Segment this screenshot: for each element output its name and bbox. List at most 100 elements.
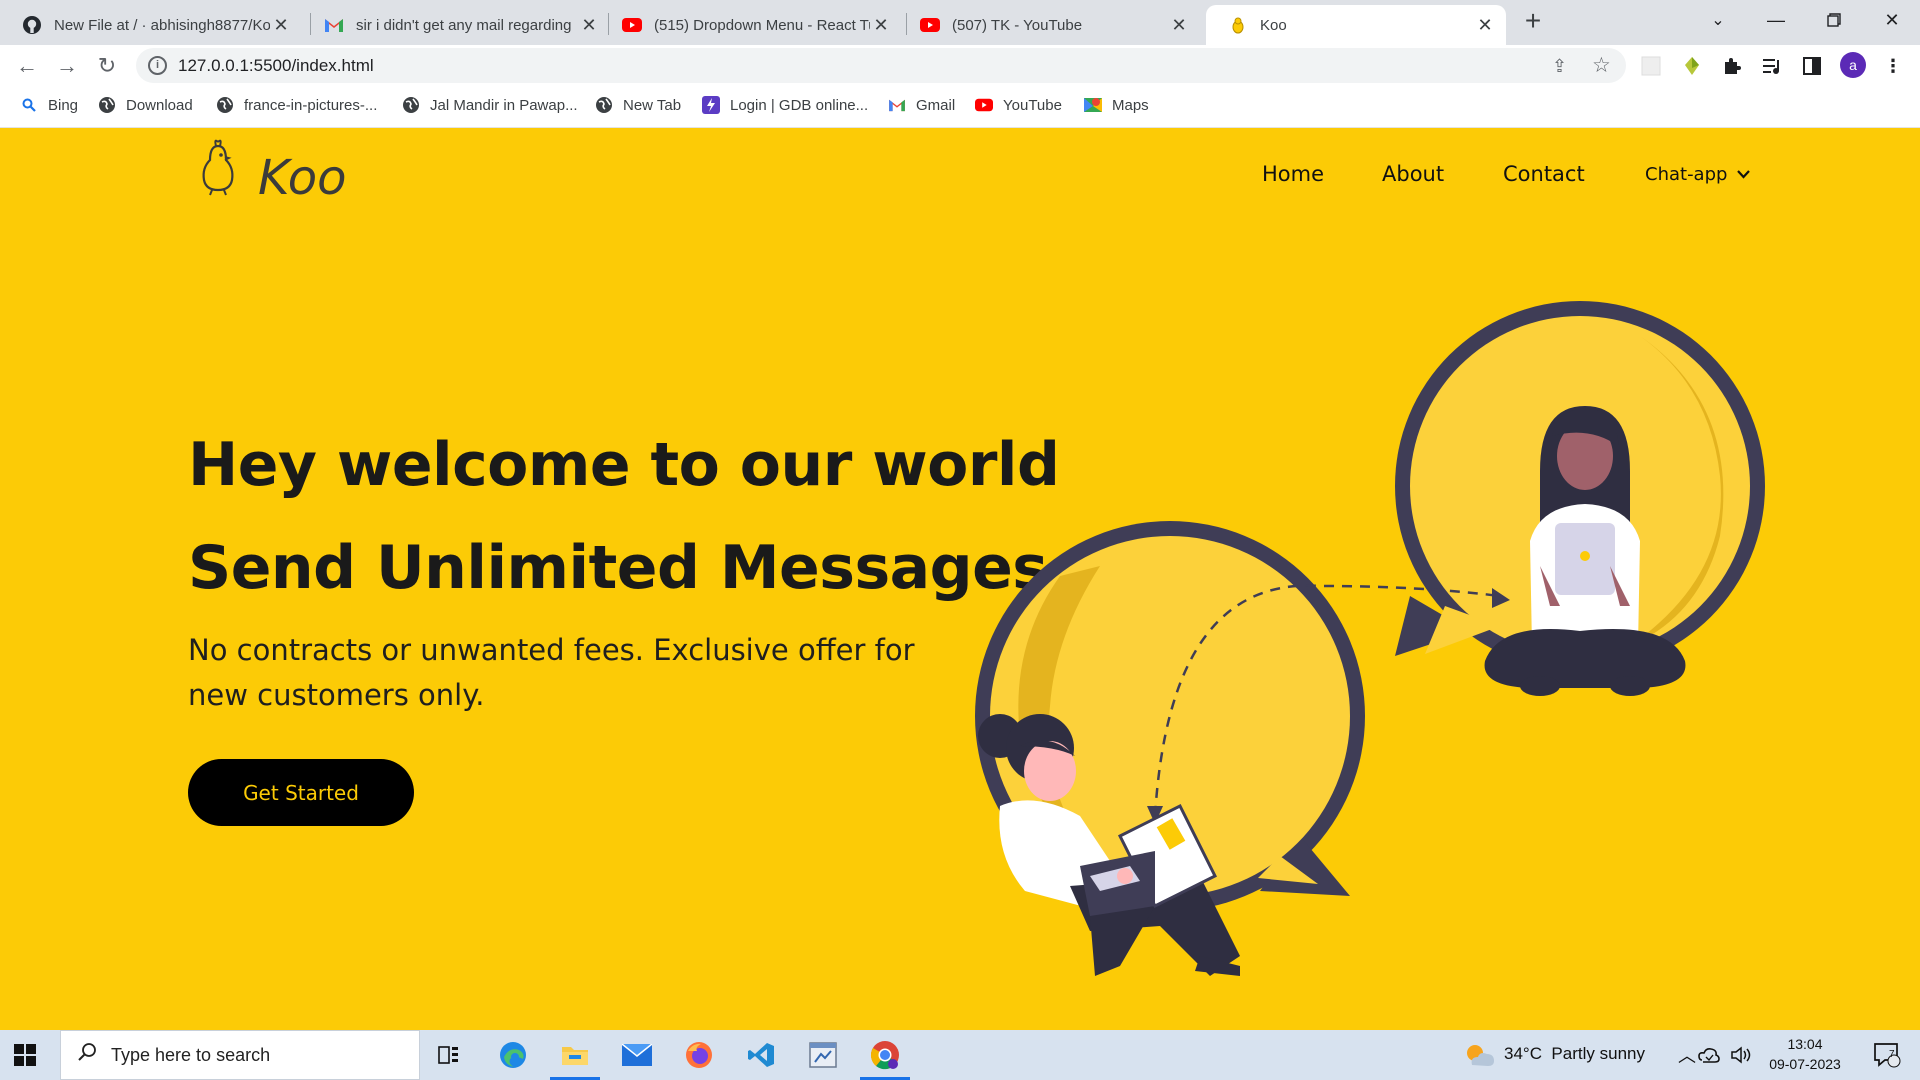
nav-home[interactable]: Home	[1262, 162, 1324, 186]
nav-contact[interactable]: Contact	[1503, 162, 1585, 186]
tab-strip: New File at / · abhisingh8877/Koo ✕ sir …	[0, 0, 1920, 45]
youtube-icon	[920, 15, 940, 35]
globe-icon	[98, 96, 116, 114]
search-placeholder: Type here to search	[111, 1044, 271, 1065]
youtube-icon	[622, 15, 642, 35]
notification-center-icon[interactable]: 7	[1862, 1030, 1912, 1080]
bookmark-youtube[interactable]: YouTube	[975, 96, 1062, 114]
hero-description: No contracts or unwanted fees. Exclusive…	[188, 633, 915, 712]
share-icon[interactable]: ⇪	[1552, 56, 1567, 77]
bookmark-label: Login | GDB online...	[730, 96, 869, 114]
tab-search-icon[interactable]: ⌄	[1690, 0, 1746, 40]
media-control-icon[interactable]	[1761, 55, 1783, 77]
tab-gmail[interactable]: sir i didn't get any mail regarding ✕	[302, 5, 610, 45]
bookmark-label: france-in-pictures-...	[244, 96, 378, 114]
bookmark-download[interactable]: Download	[98, 96, 193, 114]
close-tab-icon[interactable]: ✕	[270, 14, 292, 36]
site-info-icon[interactable]: i	[148, 56, 167, 75]
bookmark-new-tab[interactable]: New Tab	[595, 96, 681, 114]
vscode-icon[interactable]	[736, 1030, 786, 1080]
bookmark-label: Jal Mandir in Pawap...	[430, 96, 578, 114]
bookmark-france[interactable]: france-in-pictures-...	[216, 96, 377, 114]
gmail-icon	[888, 96, 906, 114]
volume-icon[interactable]	[1724, 1030, 1758, 1080]
tab-github[interactable]: New File at / · abhisingh8877/Koo ✕	[0, 5, 302, 45]
bookmark-star-icon[interactable]: ☆	[1592, 53, 1611, 78]
back-button[interactable]: ←	[12, 51, 42, 81]
control-panel-icon[interactable]	[798, 1030, 848, 1080]
new-tab-button[interactable]: +	[1518, 5, 1548, 36]
extensions-puzzle-icon[interactable]	[1721, 55, 1743, 77]
koo-bird-logo-icon	[202, 139, 234, 196]
messaging-illustration	[975, 301, 1765, 976]
mail-icon[interactable]	[612, 1030, 662, 1080]
globe-icon	[595, 96, 613, 114]
bookmark-label: Maps	[1112, 96, 1149, 114]
hero-heading: Hey welcome to our world	[188, 430, 1060, 500]
koo-landing-page: Koo Home About Contact Chat-app Hey welc…	[0, 128, 1920, 1030]
chrome-menu-icon[interactable]: ⋮	[1882, 55, 1904, 77]
clock-time: 13:04	[1787, 1036, 1823, 1052]
windows-taskbar: Type here to search 34°C Partly sunny ︿ …	[0, 1030, 1920, 1080]
youtube-icon	[975, 96, 993, 114]
weather-icon[interactable]	[1454, 1030, 1504, 1080]
bookmark-bing[interactable]: Bing	[20, 96, 78, 114]
tab-title: sir i didn't get any mail regarding	[356, 16, 572, 34]
bookmark-jal-mandir[interactable]: Jal Mandir in Pawap...	[402, 96, 578, 114]
bookmark-maps[interactable]: Maps	[1084, 96, 1149, 114]
bookmark-label: New Tab	[623, 96, 682, 114]
tab-title: (507) TK - YouTube	[952, 16, 1083, 34]
close-tab-icon[interactable]: ✕	[1168, 14, 1190, 36]
hero-subheading: Send Unlimited Messages	[188, 533, 1048, 603]
address-bar[interactable]: i 127.0.0.1:5500/index.html ⇪ ☆	[136, 48, 1626, 83]
windows-start-icon[interactable]	[14, 1044, 36, 1066]
close-window-button[interactable]: ✕	[1864, 0, 1920, 40]
brand-name[interactable]: Koo	[258, 150, 347, 206]
tab-youtube-tk[interactable]: (507) TK - YouTube ✕	[898, 5, 1200, 45]
forward-button[interactable]: →	[52, 51, 82, 81]
close-tab-icon[interactable]: ✕	[578, 14, 600, 36]
chat-app-dropdown[interactable]: Chat-app	[1645, 164, 1751, 185]
clock-date: 09-07-2023	[1769, 1056, 1841, 1072]
bookmark-gdb[interactable]: Login | GDB online...	[702, 96, 868, 114]
system-clock[interactable]: 13:04 09-07-2023	[1768, 1034, 1842, 1074]
task-view-icon[interactable]	[424, 1030, 474, 1080]
github-icon	[22, 15, 42, 35]
nav-about[interactable]: About	[1382, 162, 1444, 186]
notification-count: 7	[1889, 1049, 1895, 1060]
firefox-icon[interactable]	[674, 1030, 724, 1080]
side-panel-icon[interactable]	[1801, 55, 1823, 77]
browser-toolbar: ← → ↻ i 127.0.0.1:5500/index.html ⇪ ☆ a …	[0, 45, 1920, 85]
chevron-down-icon	[1737, 167, 1751, 183]
gmail-icon	[324, 15, 344, 35]
extension-placeholder-icon[interactable]	[1640, 55, 1662, 77]
globe-icon	[402, 96, 420, 114]
search-icon	[77, 1042, 97, 1068]
chrome-icon[interactable]	[860, 1030, 910, 1080]
profile-avatar[interactable]: a	[1840, 52, 1866, 78]
bookmark-label: Gmail	[916, 96, 956, 114]
address-url[interactable]: 127.0.0.1:5500/index.html	[178, 56, 374, 76]
tab-koo[interactable]: Koo ✕	[1206, 5, 1506, 45]
tab-title: Koo	[1260, 16, 1287, 34]
onedrive-network-icon[interactable]	[1692, 1030, 1726, 1080]
gdb-icon	[702, 96, 720, 114]
bookmark-gmail[interactable]: Gmail	[888, 96, 955, 114]
chat-app-label: Chat-app	[1645, 164, 1728, 185]
tab-title: New File at / · abhisingh8877/Koo	[54, 16, 270, 34]
bookmarks-bar: Bing Download france-in-pictures-... Jal…	[0, 85, 1920, 128]
weather-text[interactable]: 34°C Partly sunny	[1504, 1044, 1645, 1064]
reload-button[interactable]: ↻	[92, 51, 122, 81]
restore-button[interactable]	[1806, 0, 1862, 40]
koo-icon	[1228, 15, 1248, 35]
close-tab-icon[interactable]: ✕	[1474, 14, 1496, 36]
tab-youtube-dropdown[interactable]: (515) Dropdown Menu - React Tu ✕	[600, 5, 902, 45]
extension-diamond-icon[interactable]	[1681, 55, 1703, 77]
taskbar-search-box[interactable]: Type here to search	[60, 1030, 420, 1080]
get-started-button[interactable]: Get Started	[188, 759, 414, 826]
file-explorer-icon[interactable]	[550, 1030, 600, 1080]
edge-browser-icon[interactable]	[488, 1030, 538, 1080]
close-tab-icon[interactable]: ✕	[870, 14, 892, 36]
minimize-button[interactable]: —	[1748, 0, 1804, 40]
bookmark-label: YouTube	[1003, 96, 1062, 114]
